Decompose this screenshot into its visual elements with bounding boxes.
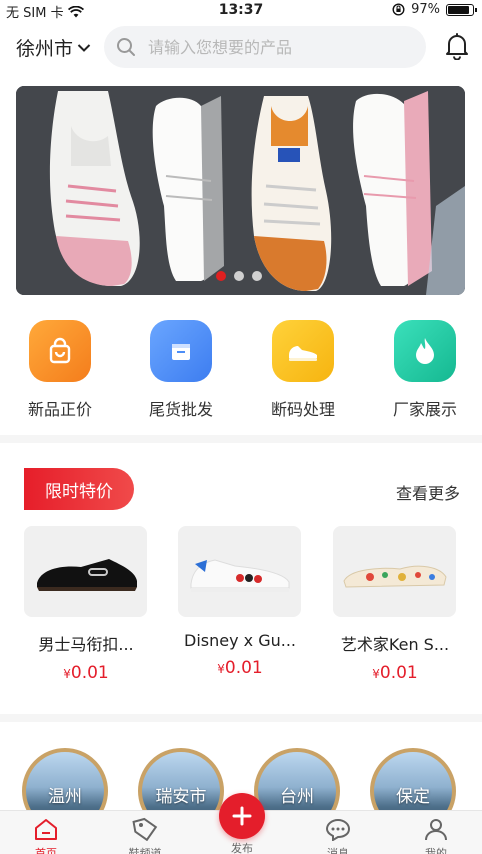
category-factory-showcase[interactable]: 厂家展示	[375, 320, 475, 420]
flame-icon	[394, 320, 456, 382]
currency-symbol: ¥	[217, 662, 225, 676]
category-label: 厂家展示	[392, 400, 457, 419]
search-icon	[117, 38, 135, 56]
tab-profile[interactable]: 我的	[406, 817, 466, 854]
product-card[interactable]: 艺术家Ken S... ¥0.01	[333, 526, 457, 683]
product-image	[333, 526, 456, 617]
flash-sale-title: 限时特价	[24, 468, 134, 510]
banner-dot[interactable]	[216, 271, 226, 281]
search-bar[interactable]	[104, 26, 426, 68]
banner-image	[16, 86, 465, 295]
category-new-products[interactable]: 新品正价	[10, 320, 110, 420]
tab-home[interactable]: 首页	[16, 817, 76, 854]
price-value: 0.01	[70, 663, 109, 683]
bell-icon	[446, 33, 468, 61]
currency-symbol: ¥	[63, 667, 71, 681]
price-value: 0.01	[224, 658, 263, 678]
category-grid: 新品正价 尾货批发 断码处理 厂家展示	[0, 320, 482, 425]
tab-label: 我的	[425, 847, 447, 854]
sneaker-icon	[272, 320, 334, 382]
city-selector[interactable]: 徐州市	[16, 34, 91, 61]
city-name: 台州	[280, 787, 314, 807]
tab-shoe-channel[interactable]: 鞋频道	[115, 817, 175, 854]
tab-label: 首页	[35, 847, 57, 854]
bottom-tab-bar: 首页 鞋频道 发布 消息 我的	[0, 793, 482, 854]
shoe-tag-icon	[132, 817, 158, 842]
box-icon	[150, 320, 212, 382]
product-price: ¥0.01	[178, 658, 302, 678]
tab-messages[interactable]: 消息	[308, 817, 368, 854]
product-name: 艺术家Ken S...	[340, 635, 450, 654]
city-name: 温州	[48, 787, 82, 807]
product-name: Disney x Gu...	[184, 631, 296, 650]
section-divider	[0, 714, 482, 722]
promo-banner[interactable]	[16, 86, 465, 295]
chevron-down-icon	[77, 43, 91, 52]
battery-percent: 97%	[411, 2, 440, 17]
publish-button[interactable]	[219, 793, 265, 839]
category-label: 尾货批发	[148, 400, 213, 419]
banner-dot[interactable]	[252, 271, 262, 281]
tab-label: 发布	[231, 842, 253, 854]
notification-button[interactable]	[444, 32, 470, 64]
home-icon	[35, 819, 57, 840]
user-icon	[425, 819, 447, 841]
chat-icon	[325, 818, 351, 842]
tab-label: 鞋频道	[128, 847, 162, 854]
category-broken-sizes[interactable]: 断码处理	[253, 320, 353, 420]
category-label: 新品正价	[27, 400, 92, 419]
price-value: 0.01	[379, 663, 418, 683]
category-clearance-wholesale[interactable]: 尾货批发	[131, 320, 231, 420]
product-price: ¥0.01	[333, 663, 457, 683]
product-card[interactable]: 男士马衔扣... ¥0.01	[24, 526, 148, 683]
product-card[interactable]: Disney x Gu... ¥0.01	[178, 526, 302, 678]
orientation-lock-icon	[392, 3, 405, 16]
bag-icon	[29, 320, 91, 382]
view-more-link[interactable]: 查看更多	[396, 480, 460, 504]
plus-icon	[232, 806, 252, 826]
city-label: 徐州市	[16, 38, 74, 60]
city-name: 瑞安市	[155, 787, 207, 807]
product-image	[24, 526, 147, 617]
product-price: ¥0.01	[24, 663, 148, 683]
section-divider	[0, 435, 482, 443]
tab-publish[interactable]: 发布	[212, 839, 272, 854]
search-input[interactable]	[148, 37, 388, 57]
banner-pagination	[216, 271, 262, 281]
product-image	[178, 526, 301, 617]
city-name: 保定	[396, 787, 430, 807]
battery-icon	[446, 3, 477, 16]
banner-dot[interactable]	[234, 271, 244, 281]
top-bar: 徐州市	[0, 24, 482, 72]
category-label: 断码处理	[270, 400, 335, 419]
product-name: 男士马衔扣...	[38, 635, 134, 654]
status-bar: 无 SIM 卡 13:37 97%	[0, 0, 482, 22]
status-right: 97%	[392, 2, 477, 17]
currency-symbol: ¥	[372, 667, 380, 681]
tab-label: 消息	[327, 847, 349, 854]
